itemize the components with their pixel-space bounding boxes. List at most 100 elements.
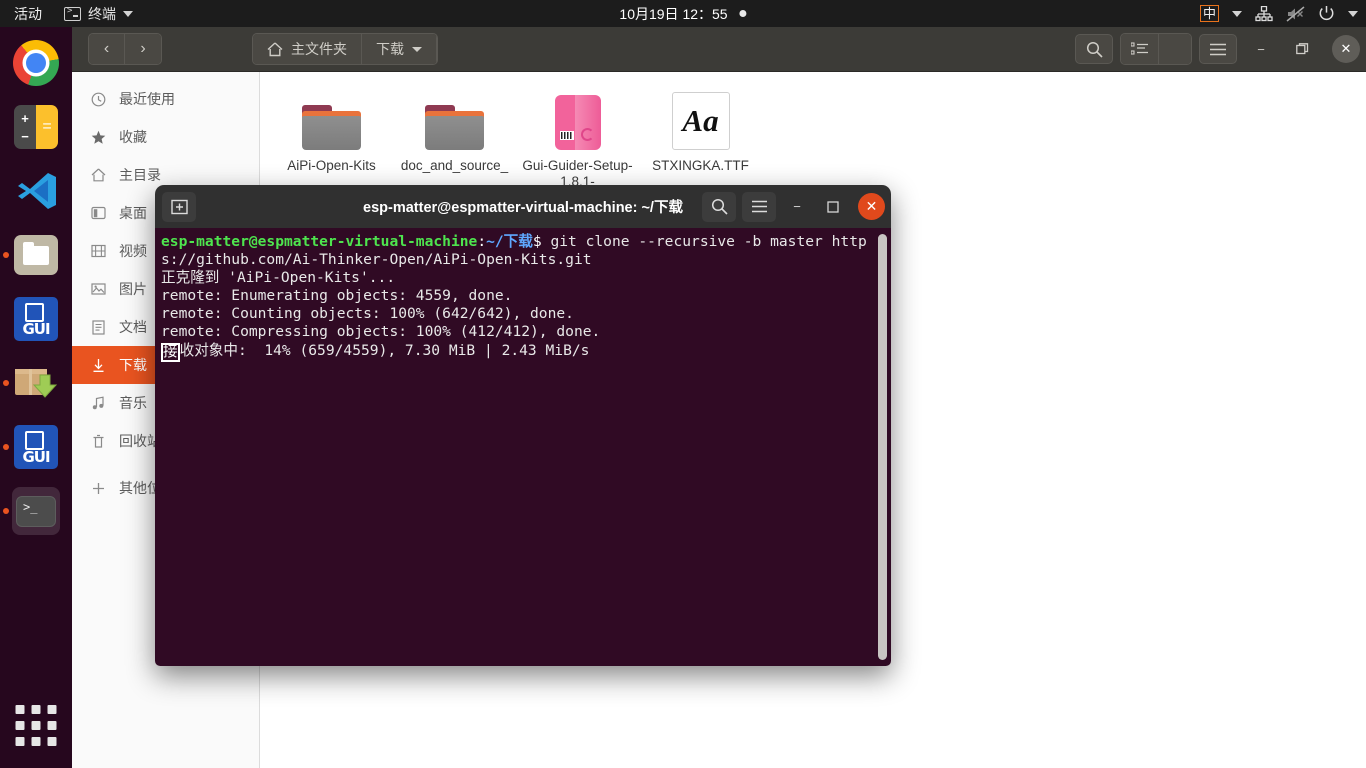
sidebar-label: 桌面 (119, 205, 147, 221)
terminal-output-area[interactable]: esp-matter@espmatter-virtual-machine:~/下… (155, 228, 891, 666)
star-icon (90, 130, 106, 145)
dock-item-calculator[interactable]: + − = (12, 103, 60, 151)
dock-item-vscode[interactable] (12, 167, 60, 215)
system-menu-chevron-down-icon[interactable] (1348, 10, 1358, 17)
folder-icon (302, 90, 361, 150)
close-button[interactable]: ✕ (1332, 35, 1360, 63)
ime-indicator[interactable]: 中 (1199, 5, 1219, 22)
minimize-button[interactable]: − (1244, 32, 1278, 66)
clock-text: 10月19日 12：55 (619, 5, 728, 22)
package-install-icon (15, 369, 58, 398)
terminal-output-line: remote: Counting objects: 100% (642/642)… (161, 305, 574, 323)
deb-package-icon (554, 90, 601, 150)
terminal-search-button[interactable] (702, 191, 736, 222)
volume-muted-icon[interactable] (1286, 5, 1305, 22)
ime-chevron-down-icon[interactable] (1232, 10, 1242, 17)
prompt-user: esp-matter@espmatter-virtual-machine (161, 233, 478, 250)
desktop-icon (90, 206, 106, 220)
running-indicator-dot (3, 380, 9, 386)
breadcrumb-item-downloads[interactable]: 下载 (362, 34, 437, 64)
terminal-text: esp-matter@espmatter-virtual-machine:~/下… (161, 233, 867, 362)
file-name: AiPi-Open-Kits (287, 158, 376, 173)
hamburger-menu-icon (1210, 43, 1226, 55)
view-options-group (1120, 33, 1192, 65)
terminal-output-line: remote: Compressing objects: 100% (412/4… (161, 323, 601, 341)
maximize-icon (1295, 42, 1308, 54)
activities-button[interactable]: 活动 (0, 4, 54, 24)
breadcrumb-label-home: 主文件夹 (291, 41, 347, 57)
chrome-icon (13, 40, 59, 86)
running-indicator-dot (3, 252, 9, 258)
terminal-minimize-button[interactable]: − (782, 192, 812, 222)
terminal-maximize-button[interactable] (818, 192, 848, 222)
video-icon (90, 244, 106, 258)
files-icon (14, 235, 58, 275)
music-icon (90, 395, 106, 411)
active-app-name: 终端 (88, 5, 116, 22)
back-button[interactable]: ‹ (89, 34, 125, 64)
calc-plus: + (21, 110, 29, 126)
search-button[interactable] (1075, 34, 1113, 64)
new-tab-icon (170, 199, 188, 214)
dock-item-google-chrome[interactable] (12, 39, 60, 87)
maximize-button[interactable] (1285, 32, 1319, 66)
dock-item-files[interactable] (3, 231, 60, 279)
terminal-scrollbar[interactable] (878, 234, 887, 660)
chevron-down-icon (123, 10, 133, 17)
calculator-icon: + − = (14, 105, 58, 149)
terminal-output-line: 正克隆到 'AiPi-Open-Kits'... (161, 269, 396, 287)
vscode-icon (18, 173, 56, 209)
sidebar-item-recent[interactable]: 最近使用 (72, 80, 259, 118)
main-menu-button[interactable] (1199, 34, 1237, 64)
file-item-folder[interactable]: AiPi-Open-Kits (270, 86, 393, 190)
prompt-symbol: $ (532, 233, 542, 250)
breadcrumb-item-home[interactable]: 主文件夹 (253, 34, 362, 64)
sidebar-item-starred[interactable]: 收藏 (72, 118, 259, 156)
plus-icon (90, 481, 106, 496)
desktop-screen: 活动 终端 10月19日 12：55 中 (0, 0, 1366, 768)
folder-icon (425, 90, 484, 150)
clock-icon (90, 92, 106, 107)
dock-item-gui-guider-2[interactable]: GUI (3, 423, 60, 471)
dock-item-terminal[interactable] (3, 487, 60, 535)
power-icon[interactable] (1318, 5, 1335, 22)
breadcrumb: 主文件夹 下载 (252, 33, 438, 65)
font-file-icon: Aa (671, 90, 730, 150)
terminal-close-button[interactable]: ✕ (858, 193, 885, 220)
new-tab-button[interactable] (162, 191, 196, 222)
file-items-row: AiPi-Open-Kits doc_and_source_ Gui-Guide… (270, 86, 1366, 190)
terminal-window: esp-matter@espmatter-virtual-machine: ~/… (155, 185, 891, 666)
gnome-top-bar: 活动 终端 10月19日 12：55 中 (0, 0, 1366, 27)
breadcrumb-label-downloads: 下载 (376, 41, 404, 57)
file-item-package[interactable]: Gui-Guider-Setup-1.8.1- (516, 86, 639, 190)
clock-datetime[interactable]: 10月19日 12：55 (619, 4, 747, 24)
running-indicator-dot (3, 444, 9, 450)
terminal-menu-button[interactable] (742, 191, 776, 222)
file-name: doc_and_source_ (400, 158, 509, 173)
gui-guider-icon-2: GUI (14, 425, 58, 469)
chevron-down-icon (412, 46, 422, 52)
sidebar-label: 收藏 (119, 129, 147, 145)
show-applications-button[interactable] (15, 705, 57, 746)
trash-icon (90, 434, 106, 449)
view-dropdown-button[interactable] (1159, 34, 1191, 64)
file-manager-header-bar: ‹ › 主文件夹 下载 − ✕ (72, 27, 1366, 72)
network-icon[interactable] (1255, 5, 1273, 22)
dock-item-software-installer[interactable] (3, 359, 60, 407)
file-item-font[interactable]: Aa STXINGKA.TTF (639, 86, 762, 190)
scrollbar-thumb[interactable] (878, 234, 887, 660)
home-icon (267, 41, 283, 56)
forward-button[interactable]: › (125, 34, 161, 64)
calc-minus: − (21, 128, 29, 144)
system-status-area[interactable]: 中 (1199, 0, 1358, 27)
file-item-folder[interactable]: doc_and_source_ (393, 86, 516, 190)
terminal-header-buttons: − ✕ (702, 191, 885, 222)
list-view-button[interactable] (1121, 34, 1159, 64)
home-icon (90, 168, 106, 182)
dock-item-gui-guider[interactable]: GUI (12, 295, 60, 343)
active-app-menu[interactable]: 终端 (54, 4, 143, 24)
terminal-progress-line: 收对象中: 14% (659/4559), 7.30 MiB | 2.43 Mi… (179, 341, 590, 359)
sidebar-label: 图片 (119, 281, 147, 297)
ubuntu-dock: + − = GUI GUI (0, 27, 72, 768)
terminal-icon (64, 6, 81, 21)
